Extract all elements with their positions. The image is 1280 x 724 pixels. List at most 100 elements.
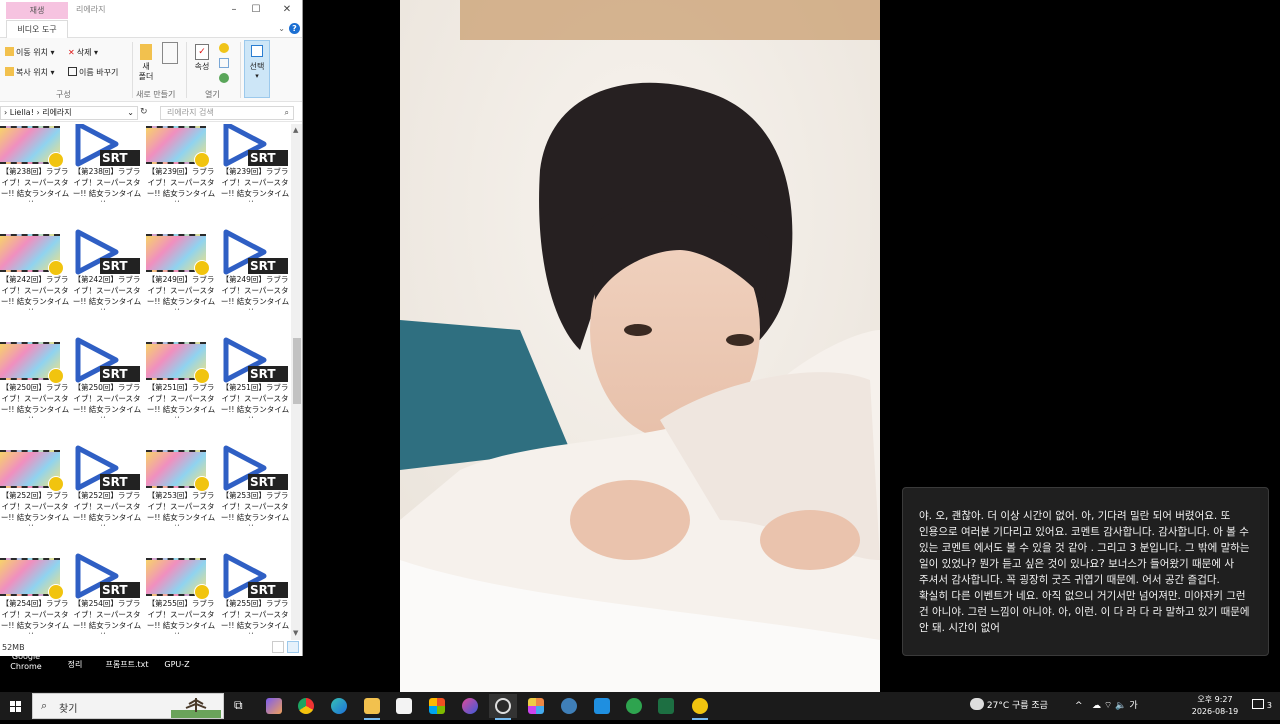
file-item-video[interactable]: 【第238回】ラブライブ！スーパースター!! 結女ランタイム放... (0, 124, 74, 228)
file-item-video[interactable]: 【第254回】ラブライブ！スーパースター!! 結女ランタイム放... (0, 552, 74, 640)
file-name: 【第239回】ラブライブ！スーパースター!! 結女ランタイム放... (146, 167, 216, 202)
srt-file-icon: SRT (72, 124, 142, 168)
taskbar-obs[interactable] (489, 694, 517, 720)
file-name: 【第252回】ラブライブ！スーパースター!! 結女ランタイム放... (72, 491, 142, 526)
taskbar-app-green[interactable] (620, 694, 648, 718)
file-item-srt[interactable]: SRT 【第242回】ラブライブ！スーパースター!! 結女ランタイム放... (72, 228, 146, 336)
taskbar-file-explorer[interactable] (358, 694, 386, 720)
volume-icon[interactable]: 🔈 (1115, 701, 1126, 711)
notification-center-button[interactable]: 3 (1252, 692, 1272, 720)
desktop-icon-folder[interactable]: 정리 (58, 660, 92, 670)
move-to-button[interactable]: 이동 위치 ▾ (5, 46, 55, 60)
taskbar-app-blue[interactable] (588, 694, 616, 718)
task-view-button[interactable]: ⧉ (226, 694, 254, 718)
edit-icon[interactable] (219, 58, 229, 68)
new-folder-button[interactable]: 새 폴더 (138, 44, 154, 82)
taskbar-search-box[interactable]: ⌕ 찾기 (32, 693, 224, 719)
taskbar-edge[interactable] (325, 694, 353, 718)
srt-label: SRT (102, 259, 128, 273)
file-item-video[interactable]: 【第252回】ラブライブ！スーパースター!! 結女ランタイム放... (0, 444, 74, 552)
weather-widget[interactable]: 27°C 구름 조금 (970, 692, 1048, 720)
scroll-up-icon[interactable]: ▲ (293, 126, 298, 134)
start-button[interactable] (0, 692, 32, 720)
maximize-button[interactable]: ☐ (248, 3, 264, 17)
search-highlight-icon (171, 698, 221, 718)
srt-label: SRT (250, 475, 276, 489)
file-item-srt[interactable]: SRT 【第250回】ラブライブ！スーパースター!! 結女ランタイム放... (72, 336, 146, 444)
file-item-srt[interactable]: SRT 【第252回】ラブライブ！スーパースター!! 結女ランタイム放... (72, 444, 146, 552)
file-name: 【第253回】ラブライブ！スーパースター!! 結女ランタイム放... (146, 491, 216, 526)
history-icon[interactable] (219, 73, 229, 83)
desktop-icon-gpu-z[interactable]: GPU-Z (160, 660, 194, 670)
taskbar-app-sphere[interactable] (555, 694, 583, 718)
ime-icon[interactable]: 가 (1129, 701, 1137, 711)
taskbar-app-grid[interactable] (423, 694, 451, 718)
onedrive-icon[interactable]: ☁ (1092, 701, 1101, 711)
status-size: 52MB (2, 643, 25, 652)
taskbar-photos[interactable] (522, 694, 550, 718)
help-icon[interactable]: ? (289, 23, 300, 34)
delete-button[interactable]: ✕ 삭제 ▾ (68, 46, 98, 60)
video-thumbnail (0, 342, 64, 384)
store-icon (396, 698, 412, 714)
file-item-video[interactable]: 【第239回】ラブライブ！スーパースター!! 結女ランタイム放... (146, 124, 220, 228)
video-thumbnail (0, 234, 64, 276)
file-item-srt[interactable]: SRT 【第254回】ラブライブ！スーパースター!! 結女ランタイム放... (72, 552, 146, 640)
open-icon[interactable] (219, 43, 229, 53)
chevron-down-icon[interactable]: ⌄ (127, 107, 134, 119)
file-item-srt[interactable]: SRT 【第249回】ラブライブ！スーパースター!! 結女ランタイム放... (220, 228, 291, 336)
file-item-video[interactable]: 【第249回】ラブライブ！スーパースター!! 結女ランタイム放... (146, 228, 220, 336)
taskbar-media[interactable] (456, 694, 484, 718)
file-item-video[interactable]: 【第250回】ラブライブ！スーパースター!! 結女ランタイム放... (0, 336, 74, 444)
desktop-icon-chrome[interactable]: Google Chrome (6, 652, 46, 672)
video-thumbnail (0, 126, 64, 168)
scroll-down-icon[interactable]: ▼ (293, 629, 298, 637)
desktop-icon-prompt-txt[interactable]: 프롬프트.txt (102, 660, 152, 670)
search-icon: ⌕ (284, 108, 289, 117)
file-item-srt[interactable]: SRT 【第239回】ラブライブ！スーパースター!! 結女ランタイム放... (220, 124, 291, 228)
details-view-button[interactable] (272, 641, 284, 653)
time: 오후 9:27 (1197, 695, 1233, 704)
context-tab-play[interactable]: 재생 (6, 2, 68, 19)
scroll-thumb[interactable] (293, 338, 301, 404)
refresh-icon[interactable]: ↻ (140, 107, 148, 117)
new-item-icon[interactable] (162, 42, 178, 64)
clock[interactable]: 오후 9:27 2026-08-19 (1190, 694, 1240, 718)
file-item-video[interactable]: 【第251回】ラブライブ！スーパースター!! 結女ランタイム放... (146, 336, 220, 444)
taskbar-copilot[interactable] (260, 694, 288, 718)
copy-to-button[interactable]: 복사 위치 ▾ (5, 66, 55, 80)
vertical-scrollbar[interactable]: ▲ ▼ (291, 124, 302, 640)
taskbar-store[interactable] (390, 694, 418, 718)
srt-file-icon: SRT (72, 228, 142, 276)
properties-button[interactable]: ✓ 속성 (192, 44, 212, 72)
file-item-video[interactable]: 【第253回】ラブライブ！スーパースター!! 結女ランタイム放... (146, 444, 220, 552)
search-input[interactable]: 리에라지 검색 ⌕ (160, 106, 294, 120)
srt-file-icon: SRT (72, 444, 142, 492)
large-icons-view-button[interactable] (287, 641, 299, 653)
chevron-down-icon[interactable]: ⌄ (278, 24, 285, 33)
srt-label: SRT (250, 583, 276, 597)
photo-image (400, 0, 880, 692)
obs-icon (495, 698, 511, 714)
select-button[interactable]: 선택 ▾ (244, 40, 270, 98)
file-item-video[interactable]: 【第255回】ラブライブ！スーパースター!! 結女ランタイム放... (146, 552, 220, 640)
title-bar[interactable]: 재생 리에라지 – ☐ ✕ (0, 0, 302, 20)
address-bar[interactable]: › Liella! › 리에라지 ⌄ (0, 106, 138, 120)
taskbar-app-yellow[interactable] (686, 694, 714, 720)
taskbar-chrome[interactable] (292, 694, 320, 718)
app-blue-icon (594, 698, 610, 714)
file-item-srt[interactable]: SRT 【第238回】ラブライブ！スーパースター!! 結女ランタイム放... (72, 124, 146, 228)
file-item-srt[interactable]: SRT 【第253回】ラブライブ！スーパースター!! 結女ランタイム放... (220, 444, 291, 552)
edge-icon (331, 698, 347, 714)
folder-icon (5, 67, 14, 76)
minimize-button[interactable]: – (226, 3, 242, 17)
network-icon[interactable]: ⌔ (1104, 701, 1112, 711)
rename-button[interactable]: 이름 바꾸기 (68, 66, 118, 80)
close-button[interactable]: ✕ (279, 3, 295, 17)
tab-video-tools[interactable]: 비디오 도구 (6, 20, 68, 38)
file-item-srt[interactable]: SRT 【第251回】ラブライブ！スーパースター!! 結女ランタイム放... (220, 336, 291, 444)
file-item-video[interactable]: 【第242回】ラブライブ！スーパースター!! 結女ランタイム放... (0, 228, 74, 336)
taskbar-excel[interactable] (652, 694, 680, 718)
show-hidden-icons-button[interactable]: ^ (1075, 692, 1083, 720)
file-item-srt[interactable]: SRT 【第255回】ラブライブ！スーパースター!! 結女ランタイム放... (220, 552, 291, 640)
